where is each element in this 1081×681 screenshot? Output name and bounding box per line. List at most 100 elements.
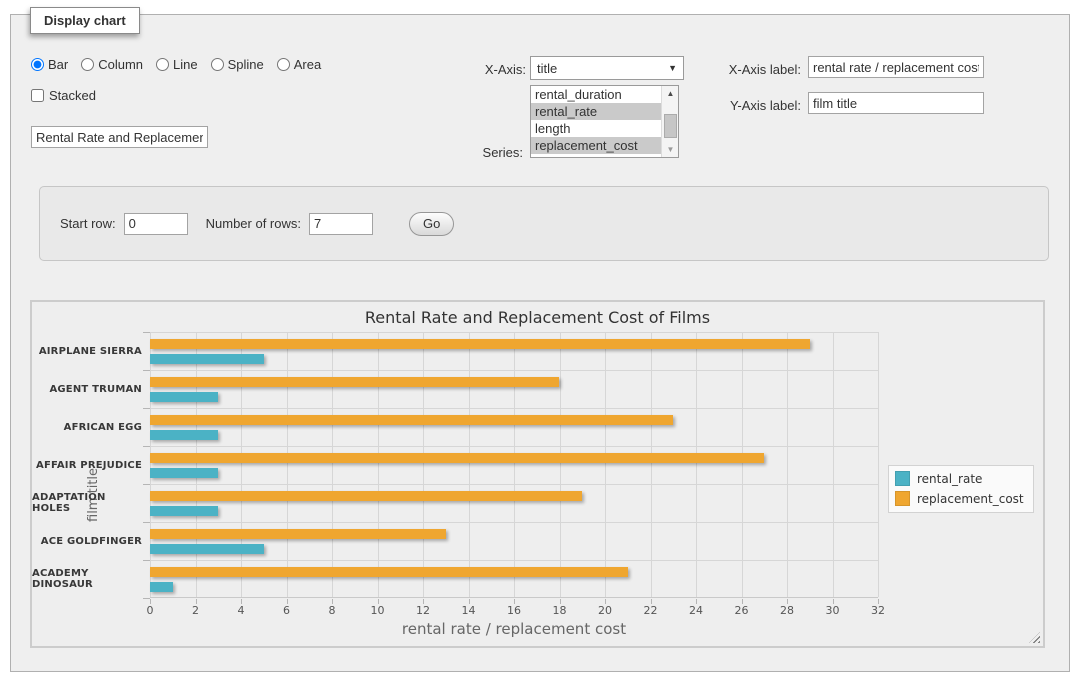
x-tick-label-20: 20 xyxy=(588,604,622,617)
category-row xyxy=(150,484,878,522)
chart-type-label: Column xyxy=(98,57,143,72)
legend-label: rental_rate xyxy=(917,472,982,486)
num-rows-input[interactable] xyxy=(309,213,373,235)
go-button[interactable]: Go xyxy=(409,212,454,236)
y-category-label: AIRPLANE SIERRA xyxy=(32,332,142,370)
y-tickmark xyxy=(143,332,150,333)
bar-rental_rate[interactable] xyxy=(150,544,264,554)
legend-swatch-rental_rate xyxy=(895,471,910,486)
start-row-label: Start row: xyxy=(60,216,116,231)
chart-type-radio-area[interactable] xyxy=(277,58,290,71)
stacked-checkbox[interactable] xyxy=(31,89,44,102)
bar-rental_rate[interactable] xyxy=(150,582,173,592)
x-tick-label-22: 22 xyxy=(634,604,668,617)
category-row xyxy=(150,408,878,446)
chevron-down-icon: ▼ xyxy=(668,63,677,73)
y-tickmark xyxy=(143,522,150,523)
bar-replacement_cost[interactable] xyxy=(150,377,559,387)
series-option-length[interactable]: length xyxy=(531,120,661,137)
start-row-input[interactable] xyxy=(124,213,188,235)
page: Display chart BarColumnLineSplineArea St… xyxy=(0,0,1081,681)
x-tick-label-2: 2 xyxy=(179,604,213,617)
bar-rental_rate[interactable] xyxy=(150,354,264,364)
y-tickmark xyxy=(143,598,150,599)
y-tickmark xyxy=(143,370,150,371)
resize-handle-icon[interactable] xyxy=(1029,632,1040,643)
category-row xyxy=(150,522,878,560)
chart-type-option-column: Column xyxy=(81,57,143,72)
bar-replacement_cost[interactable] xyxy=(150,453,764,463)
chart-title-input[interactable] xyxy=(31,126,208,148)
bar-replacement_cost[interactable] xyxy=(150,529,446,539)
y-tickmark xyxy=(143,560,150,561)
legend-swatch-replacement_cost xyxy=(895,491,910,506)
y-category-label: ADAPTATION HOLES xyxy=(32,484,142,522)
y-category-label: AGENT TRUMAN xyxy=(32,370,142,408)
chart-type-radio-line[interactable] xyxy=(156,58,169,71)
x-tick-label-18: 18 xyxy=(543,604,577,617)
x-axis-label-input[interactable] xyxy=(808,56,984,78)
y-category-label: ACADEMY DINOSAUR xyxy=(32,560,142,598)
display-chart-fieldset: Display chart BarColumnLineSplineArea St… xyxy=(10,14,1070,672)
series-label: Series: xyxy=(449,145,523,160)
x-tick-label-32: 32 xyxy=(861,604,895,617)
legend-item-replacement_cost[interactable]: replacement_cost xyxy=(895,491,1024,506)
chart-type-radio-spline[interactable] xyxy=(211,58,224,71)
bar-rental_rate[interactable] xyxy=(150,506,218,516)
scroll-up-icon[interactable]: ▲ xyxy=(662,86,679,101)
series-multiselect[interactable]: rental_durationrental_ratelengthreplacem… xyxy=(530,85,679,158)
chart-type-option-bar: Bar xyxy=(31,57,68,72)
plot-area xyxy=(150,332,878,598)
y-axis-label-label: Y-Axis label: xyxy=(711,98,801,113)
x-tick-label-16: 16 xyxy=(497,604,531,617)
series-option-replacement_cost[interactable]: replacement_cost xyxy=(531,137,661,154)
x-tick-label-26: 26 xyxy=(725,604,759,617)
bar-rental_rate[interactable] xyxy=(150,430,218,440)
y-tickmark xyxy=(143,484,150,485)
chart-type-label: Bar xyxy=(48,57,68,72)
y-category-label: ACE GOLDFINGER xyxy=(32,522,142,560)
series-scrollbar[interactable]: ▲ ▼ xyxy=(661,86,678,157)
bar-replacement_cost[interactable] xyxy=(150,415,673,425)
category-row xyxy=(150,332,878,370)
series-options: rental_durationrental_ratelengthreplacem… xyxy=(531,86,661,157)
category-row xyxy=(150,560,878,598)
x-axis-select-value: title xyxy=(537,61,557,76)
x-axis-label-label: X-Axis label: xyxy=(711,62,801,77)
category-row xyxy=(150,446,878,484)
chart-type-option-spline: Spline xyxy=(211,57,264,72)
y-category-label: AFFAIR PREJUDICE xyxy=(32,446,142,484)
x-tick-label-30: 30 xyxy=(816,604,850,617)
chart-x-axis-title: rental rate / replacement cost xyxy=(150,620,878,638)
row-range-panel: Start row: Number of rows: Go xyxy=(39,186,1049,261)
chart-title: Rental Rate and Replacement Cost of Film… xyxy=(32,308,1043,327)
series-option-rental_rate[interactable]: rental_rate xyxy=(531,103,661,120)
chart-legend: rental_rate replacement_cost xyxy=(888,465,1034,513)
chart-type-option-line: Line xyxy=(156,57,198,72)
chart-type-label: Spline xyxy=(228,57,264,72)
bar-rental_rate[interactable] xyxy=(150,468,218,478)
bar-rental_rate[interactable] xyxy=(150,392,218,402)
scroll-down-icon[interactable]: ▼ xyxy=(662,142,679,157)
x-tick-label-12: 12 xyxy=(406,604,440,617)
x-axis-select-label: X-Axis: xyxy=(456,62,526,77)
x-tick-label-4: 4 xyxy=(224,604,258,617)
num-rows-label: Number of rows: xyxy=(206,216,301,231)
x-tick-label-6: 6 xyxy=(270,604,304,617)
category-row xyxy=(150,370,878,408)
chart-type-radio-bar[interactable] xyxy=(31,58,44,71)
bar-replacement_cost[interactable] xyxy=(150,567,628,577)
legend-item-rental_rate[interactable]: rental_rate xyxy=(895,471,1024,486)
y-tickmark xyxy=(143,446,150,447)
x-tick-label-24: 24 xyxy=(679,604,713,617)
scrollbar-thumb[interactable] xyxy=(664,114,677,138)
series-option-rental_duration[interactable]: rental_duration xyxy=(531,86,661,103)
x-axis-select[interactable]: title ▼ xyxy=(530,56,684,80)
x-tick-label-0: 0 xyxy=(133,604,167,617)
x-tick-label-10: 10 xyxy=(361,604,395,617)
y-axis-label-input[interactable] xyxy=(808,92,984,114)
bar-replacement_cost[interactable] xyxy=(150,339,810,349)
y-tickmark xyxy=(143,408,150,409)
bar-replacement_cost[interactable] xyxy=(150,491,582,501)
chart-type-radio-column[interactable] xyxy=(81,58,94,71)
